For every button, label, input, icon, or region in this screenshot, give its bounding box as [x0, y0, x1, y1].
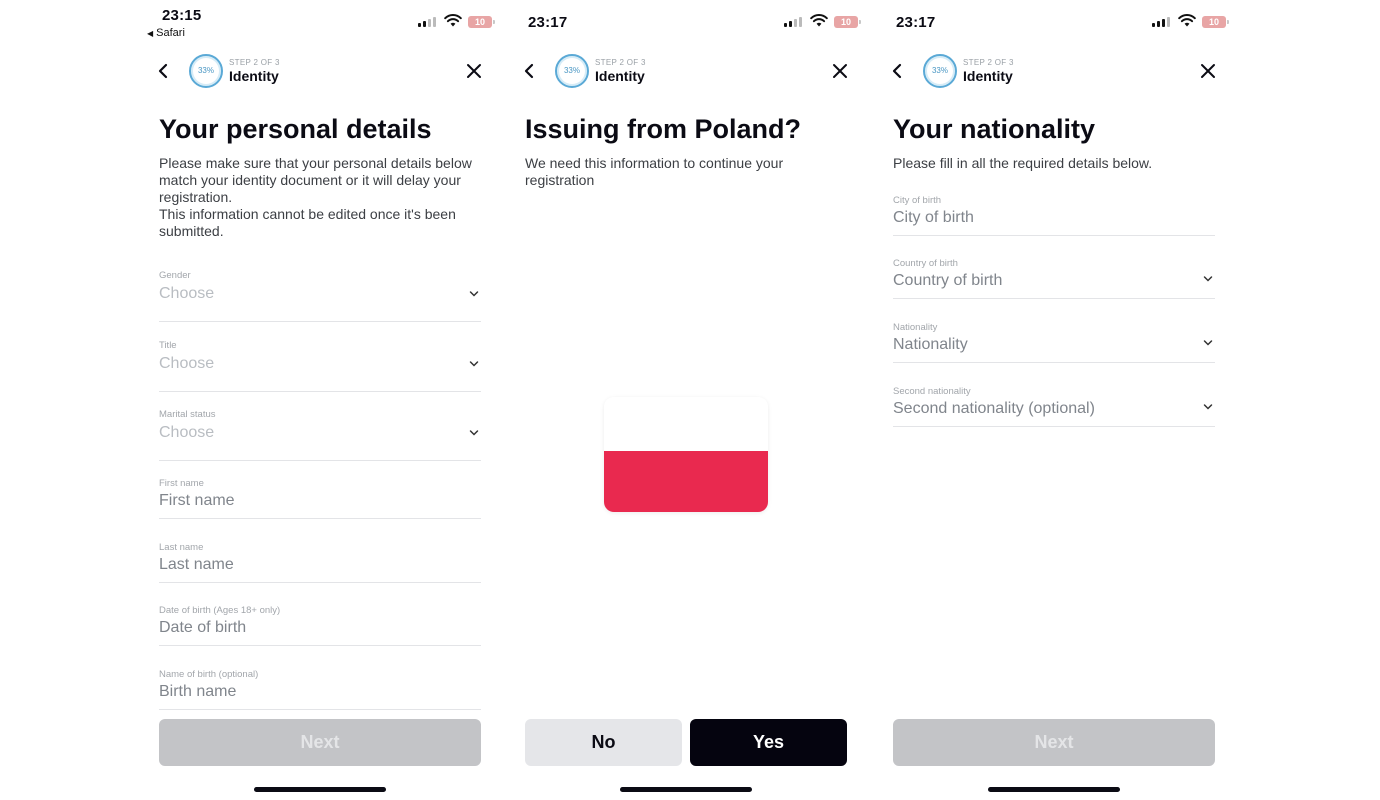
field-value: Choose	[159, 424, 215, 441]
battery-level: 10	[840, 17, 851, 27]
last-name-input[interactable]: Last name Last name	[159, 542, 481, 583]
close-icon[interactable]	[832, 63, 848, 79]
close-icon[interactable]	[1200, 63, 1216, 79]
field-label: Title	[159, 340, 177, 351]
field-placeholder: Nationality	[893, 336, 968, 353]
field-value: Choose	[159, 285, 215, 302]
city-of-birth-input[interactable]: City of birth City of birth	[893, 195, 1215, 236]
chevron-down-icon	[469, 291, 479, 297]
personal-details-screen: 23:15 ◀ Safari 10 33% STEP 2 OF 3 Identit…	[138, 0, 506, 800]
field-placeholder: Birth name	[159, 683, 237, 700]
chevron-down-icon	[469, 361, 479, 367]
field-label: City of birth	[893, 195, 942, 206]
status-time: 23:15	[162, 7, 202, 24]
field-placeholder: City of birth	[893, 209, 974, 226]
cellular-signal-icon	[784, 16, 802, 27]
chevron-down-icon	[1203, 340, 1213, 346]
home-indicator	[254, 787, 386, 792]
field-label: First name	[159, 478, 204, 489]
field-placeholder: Country of birth	[893, 272, 1003, 289]
page-title: Your personal details	[159, 114, 432, 144]
battery-level: 10	[1208, 17, 1219, 27]
progress-percent: 33%	[563, 66, 580, 75]
description-line: Please fill in all the required details …	[893, 155, 1153, 171]
description-line: Please make sure that your personal deta…	[159, 155, 472, 205]
back-chevron-icon[interactable]	[156, 62, 170, 80]
status-time: 23:17	[896, 14, 936, 31]
battery-icon: 10	[834, 16, 861, 28]
page-title: Issuing from Poland?	[525, 114, 802, 144]
chevron-down-icon	[469, 430, 479, 436]
back-app-label: Safari	[156, 27, 185, 39]
close-icon[interactable]	[466, 63, 482, 79]
first-name-input[interactable]: First name First name	[159, 478, 481, 519]
chevron-down-icon	[1203, 276, 1213, 282]
battery-icon: 10	[468, 16, 495, 28]
field-placeholder: Second nationality (optional)	[893, 400, 1095, 417]
wifi-icon	[1178, 14, 1196, 27]
yes-button[interactable]: Yes	[690, 719, 847, 766]
field-label: Country of birth	[893, 258, 958, 269]
step-label: STEP 2 OF 3	[595, 58, 646, 67]
birth-name-input[interactable]: Name of birth (optional) Birth name	[159, 669, 481, 710]
gender-select[interactable]: Gender Choose	[159, 270, 481, 322]
battery-level: 10	[474, 17, 485, 27]
field-label: Nationality	[893, 322, 938, 333]
step-title: Identity	[963, 68, 1013, 84]
field-placeholder: First name	[159, 492, 235, 509]
back-to-safari-link[interactable]: ◀ Safari	[147, 27, 185, 39]
progress-ring: 33%	[923, 54, 957, 88]
field-label: Marital status	[159, 409, 216, 420]
issuing-country-screen: 23:17 10 33% STEP 2 OF 3 Identity Issuin…	[504, 0, 872, 800]
page-description: Please fill in all the required details …	[893, 155, 1223, 172]
progress-percent: 33%	[931, 66, 948, 75]
progress-ring: 33%	[189, 54, 223, 88]
home-indicator	[620, 787, 752, 792]
next-button[interactable]: Next	[159, 719, 481, 766]
poland-flag-icon	[604, 397, 768, 512]
step-label: STEP 2 OF 3	[963, 58, 1014, 67]
field-label: Gender	[159, 270, 191, 281]
status-time: 23:17	[528, 14, 568, 31]
step-label: STEP 2 OF 3	[229, 58, 280, 67]
field-placeholder: Last name	[159, 556, 234, 573]
chevron-down-icon	[1203, 404, 1213, 410]
flag-red-band	[604, 451, 768, 512]
field-label: Second nationality	[893, 386, 971, 397]
progress-ring: 33%	[555, 54, 589, 88]
progress-percent: 33%	[197, 66, 214, 75]
step-title: Identity	[595, 68, 645, 84]
cellular-signal-icon	[418, 16, 436, 27]
page-title: Your nationality	[893, 114, 1096, 144]
home-indicator	[988, 787, 1120, 792]
second-nationality-select[interactable]: Second nationality Second nationality (o…	[893, 386, 1215, 427]
nationality-select[interactable]: Nationality Nationality	[893, 322, 1215, 363]
step-title: Identity	[229, 68, 279, 84]
title-select[interactable]: Title Choose	[159, 340, 481, 392]
field-placeholder: Date of birth	[159, 619, 247, 636]
back-chevron-icon[interactable]	[522, 62, 536, 80]
field-label: Last name	[159, 542, 204, 553]
next-button[interactable]: Next	[893, 719, 1215, 766]
battery-icon: 10	[1202, 16, 1229, 28]
country-of-birth-select[interactable]: Country of birth Country of birth	[893, 258, 1215, 299]
wifi-icon	[444, 14, 462, 27]
page-description: Please make sure that your personal deta…	[159, 155, 489, 240]
description-line: We need this information to continue you…	[525, 155, 784, 188]
cellular-signal-icon	[1152, 16, 1170, 27]
nationality-screen: 23:17 10 33% STEP 2 OF 3 Identity Your n…	[872, 0, 1240, 800]
field-value: Choose	[159, 355, 215, 372]
back-triangle-icon: ◀	[147, 29, 154, 38]
wifi-icon	[810, 14, 828, 27]
back-chevron-icon[interactable]	[890, 62, 904, 80]
page-description: We need this information to continue you…	[525, 155, 815, 189]
field-label: Name of birth (optional)	[159, 669, 259, 680]
field-label: Date of birth (Ages 18+ only)	[159, 605, 281, 616]
date-of-birth-input[interactable]: Date of birth (Ages 18+ only) Date of bi…	[159, 605, 481, 646]
no-button[interactable]: No	[525, 719, 682, 766]
description-line: This information cannot be edited once i…	[159, 206, 456, 239]
marital-status-select[interactable]: Marital status Choose	[159, 409, 481, 461]
flag-white-band	[604, 397, 768, 451]
